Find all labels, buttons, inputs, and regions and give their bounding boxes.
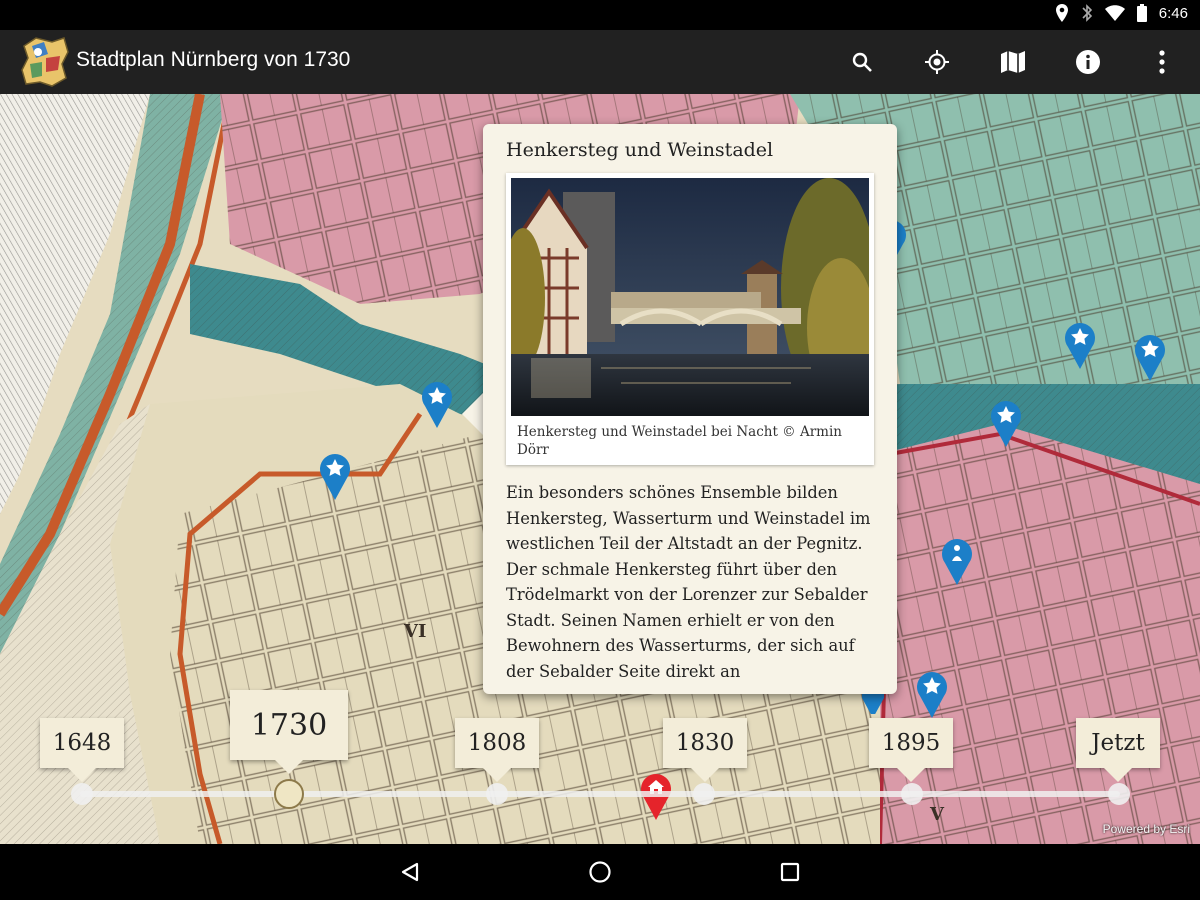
app-bar: Stadtplan Nürnberg von 1730 [0,30,1200,94]
timeline-label-1730-selected[interactable]: 1730 [230,690,348,774]
info-button[interactable] [1068,42,1108,82]
wifi-icon [1104,5,1125,21]
timeline-label-1895[interactable]: 1895 [869,718,953,782]
photo-card: Henkersteg und Weinstadel bei Nacht © Ar… [506,173,874,465]
timeline-stop-jetzt[interactable] [1108,783,1130,805]
timeline-stop-1648[interactable] [71,783,93,805]
my-location-icon [925,50,949,74]
map-pin-person[interactable] [940,537,974,585]
popup-description: Ein besonders schönes Ensemble bilden He… [506,483,871,681]
popup-title: Henkersteg und Weinstadel [506,139,774,161]
star-pin-icon [1135,335,1165,381]
map-pin[interactable] [318,452,352,500]
photo-caption: Henkersteg und Weinstadel bei Nacht © Ar… [517,424,842,458]
district-label-vi: VI [403,621,426,642]
star-pin-icon [320,454,350,500]
poi-popup[interactable]: Henkersteg und Weinstadel Henkersteg und… [483,124,897,694]
star-pin-icon [917,672,947,718]
app-title: Stadtplan Nürnberg von 1730 [76,48,351,71]
more-vert-icon [1159,50,1165,74]
poi-photo[interactable] [511,178,869,416]
back-icon [401,862,419,882]
status-time: 6:46 [1158,4,1188,22]
system-nav-bar [0,844,1200,900]
map-layers-button[interactable] [993,42,1033,82]
back-button[interactable] [390,852,430,892]
map-pin[interactable] [1133,333,1167,381]
district-label-v: V [929,804,945,825]
map-pin[interactable] [989,399,1023,447]
map-icon [1001,51,1025,73]
timeline-stop-1895[interactable] [901,783,923,805]
more-options-button[interactable] [1142,42,1182,82]
recents-square-icon [780,862,800,882]
map-pin[interactable] [1063,321,1097,369]
battery-icon [1136,4,1147,22]
location-icon [1055,4,1068,22]
timeline-label-1648[interactable]: 1648 [40,718,124,782]
person-pin-icon [942,539,972,585]
map-pin[interactable] [915,670,949,718]
star-pin-icon [1065,323,1095,369]
timeline-stop-1730-selected[interactable] [274,779,304,809]
recents-button[interactable] [770,852,810,892]
powered-by-attribution: Powered by Esri [1102,822,1190,836]
home-circle-icon [589,861,611,883]
timeline-label-jetzt[interactable]: Jetzt [1076,718,1160,782]
app-logo-icon [16,34,72,90]
timeline-stop-1808[interactable] [486,783,508,805]
status-bar: 6:46 [0,0,1200,30]
info-icon [1076,50,1100,74]
search-button[interactable] [842,42,882,82]
search-icon [852,52,872,72]
timeline-label-1808[interactable]: 1808 [455,718,539,782]
star-pin-icon [422,382,452,428]
popup-pointer [462,392,484,436]
timeline-stop-1830[interactable] [693,783,715,805]
timeline-label-1830[interactable]: 1830 [663,718,747,782]
home-button[interactable] [580,852,620,892]
map-pin-henkersteg[interactable] [420,380,454,428]
timeline-track[interactable] [80,791,1120,797]
star-pin-icon [991,401,1021,447]
my-location-button[interactable] [917,42,957,82]
bluetooth-icon [1082,4,1092,22]
